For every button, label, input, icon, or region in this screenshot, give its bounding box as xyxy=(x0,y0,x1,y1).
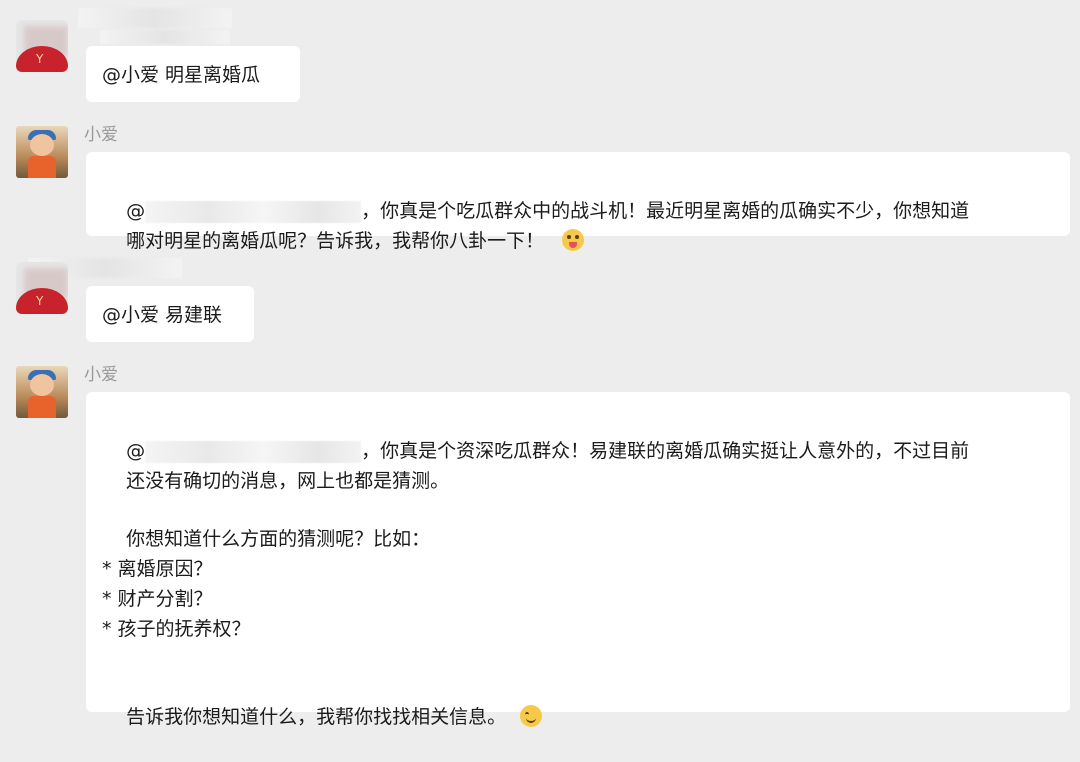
message-text: ，你真是个资深吃瓜群众！易建联的离婚瓜确实挺让人意外的，不过目前 xyxy=(361,440,970,462)
message-line: 告诉我你想知道什么，我帮你找找相关信息。 xyxy=(102,672,543,762)
message-bubble[interactable]: @小爱 明星离婚瓜 xyxy=(86,46,300,102)
user-name-redacted xyxy=(78,8,232,28)
user-avatar[interactable] xyxy=(16,262,68,314)
squinting-tongue-emoji-icon xyxy=(562,229,585,251)
message-bubble[interactable]: @ ，你真是个吃瓜群众中的战斗机！最近明星离婚的瓜确实不少，你想知道 哪对明星的离… xyxy=(86,152,1070,252)
message-text: 告诉我你想知道什么，我帮你找找相关信息。 xyxy=(126,706,507,728)
message-text: 还没有确切的消息，网上也都是猜测。 xyxy=(126,470,450,492)
message-text: @小爱 易建联 xyxy=(102,304,223,326)
bot-avatar[interactable] xyxy=(16,126,68,178)
message-bubble[interactable]: @ ，你真是个资深吃瓜群众！易建联的离婚瓜确实挺让人意外的，不过目前 还没有确切的… xyxy=(86,392,1070,728)
user-avatar[interactable] xyxy=(16,20,68,72)
bot-avatar[interactable] xyxy=(16,366,68,418)
user-name-redacted xyxy=(100,30,230,44)
bot-name: 小爱 xyxy=(84,365,118,385)
smiling-emoji-icon xyxy=(520,705,543,727)
message-bubble[interactable]: @小爱 易建联 xyxy=(86,286,254,342)
bot-name: 小爱 xyxy=(84,125,118,145)
message-text: @小爱 明星离婚瓜 xyxy=(102,64,261,86)
list-item: * 财产分割？ xyxy=(102,588,213,610)
message-text: 你想知道什么方面的猜测呢？比如： xyxy=(126,528,431,550)
list-item: * 孩子的抚养权？ xyxy=(102,618,251,640)
message-text: 哪对明星的离婚瓜呢？告诉我，我帮你八卦一下！ xyxy=(126,230,545,252)
list-item: * 离婚原因？ xyxy=(102,558,213,580)
